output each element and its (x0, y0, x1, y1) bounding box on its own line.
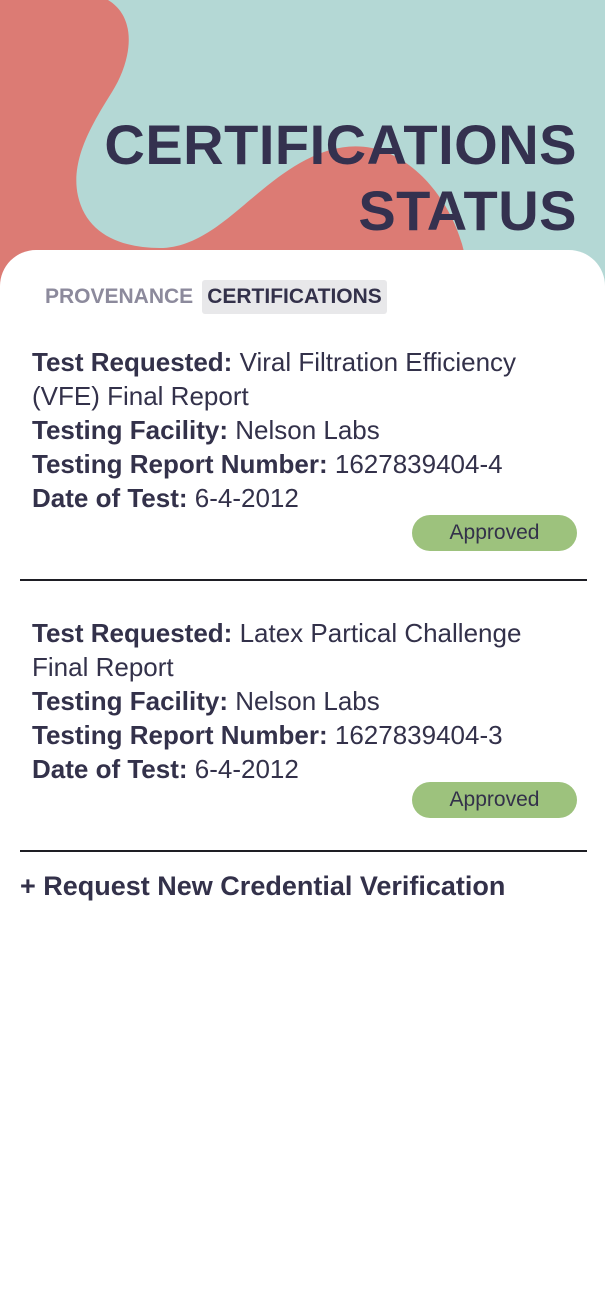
approved-status-badge: Approved (412, 782, 577, 818)
test-requested-label: Test Requested: (32, 347, 233, 377)
testing-facility-value: Nelson Labs (235, 686, 380, 716)
tab-provenance[interactable]: PROVENANCE (40, 280, 198, 314)
date-of-test-row: Date of Test: 6-4-2012 (32, 752, 572, 786)
page-title-line-2: STATUS (358, 179, 577, 242)
report-number-row: Testing Report Number: 1627839404-4 (32, 447, 572, 481)
date-of-test-row: Date of Test: 6-4-2012 (32, 481, 572, 515)
report-number-row: Testing Report Number: 1627839404-3 (32, 718, 572, 752)
date-of-test-value: 6-4-2012 (194, 483, 299, 513)
report-number-value: 1627839404-3 (334, 720, 503, 750)
certification-card: Test Requested: Viral Filtration Efficie… (32, 345, 577, 551)
request-new-credential-verification-link[interactable]: + Request New Credential Verification (20, 868, 505, 904)
tab-certifications[interactable]: CERTIFICATIONS (202, 280, 387, 314)
approved-status-badge: Approved (412, 515, 577, 551)
page-title-line-1: CERTIFICATIONS (104, 113, 577, 176)
divider (20, 850, 587, 852)
testing-facility-label: Testing Facility: (32, 686, 228, 716)
tab-bar: PROVENANCE CERTIFICATIONS (40, 280, 387, 314)
report-number-label: Testing Report Number: (32, 720, 328, 750)
report-number-label: Testing Report Number: (32, 449, 328, 479)
test-requested-row: Test Requested: Latex Partical Challenge… (32, 616, 572, 684)
report-number-value: 1627839404-4 (334, 449, 503, 479)
page-title: CERTIFICATIONS STATUS (104, 112, 577, 244)
divider (20, 579, 587, 581)
test-requested-row: Test Requested: Viral Filtration Efficie… (32, 345, 572, 413)
testing-facility-row: Testing Facility: Nelson Labs (32, 413, 572, 447)
testing-facility-value: Nelson Labs (235, 415, 380, 445)
test-requested-label: Test Requested: (32, 618, 233, 648)
date-of-test-label: Date of Test: (32, 754, 188, 784)
date-of-test-value: 6-4-2012 (194, 754, 299, 784)
certifications-status-screen: CERTIFICATIONS STATUS PROVENANCE CERTIFI… (0, 0, 605, 1290)
certification-card: Test Requested: Latex Partical Challenge… (32, 616, 577, 818)
testing-facility-label: Testing Facility: (32, 415, 228, 445)
date-of-test-label: Date of Test: (32, 483, 188, 513)
content-sheet: PROVENANCE CERTIFICATIONS Test Requested… (0, 250, 605, 1290)
testing-facility-row: Testing Facility: Nelson Labs (32, 684, 572, 718)
